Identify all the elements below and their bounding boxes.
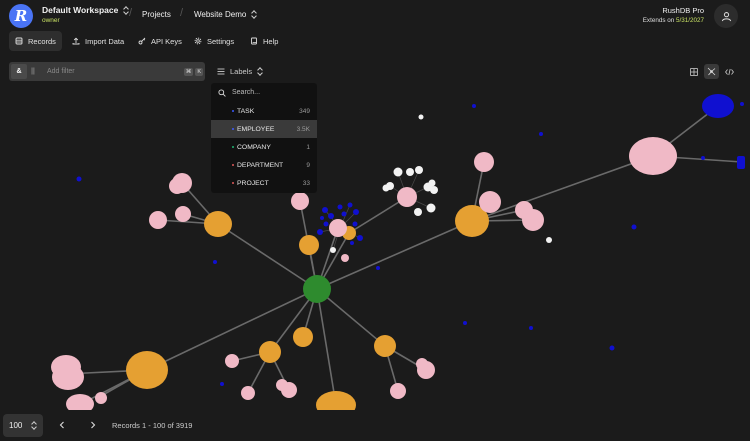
plan-title: RushDB Pro xyxy=(662,6,704,15)
workspace-name: Default Workspace xyxy=(42,5,119,15)
filter-input[interactable]: Add filter xyxy=(47,68,184,75)
nav-import-data[interactable]: Import Data xyxy=(66,31,130,51)
label-option-project[interactable]: PROJECT 33 xyxy=(211,174,317,192)
search-icon xyxy=(218,88,226,97)
label-option-department[interactable]: DEPARTMENT 9 xyxy=(211,156,317,174)
label-option-company[interactable]: COMPANY 1 xyxy=(211,138,317,156)
code-view-button[interactable] xyxy=(722,64,737,79)
database-icon xyxy=(15,37,23,45)
labels-dropdown: Search... TASK 349 EMPLOYEE 3.5K COMPANY… xyxy=(211,83,317,193)
labels-dropdown-button[interactable]: Labels xyxy=(212,62,268,81)
project-selector[interactable]: Website Demo xyxy=(194,10,257,19)
graph-canvas[interactable] xyxy=(0,90,750,410)
project-name: Website Demo xyxy=(194,10,247,19)
gear-icon xyxy=(194,37,202,45)
chevron-updown-icon xyxy=(257,68,263,76)
workspace-role: owner xyxy=(42,17,60,24)
graph-svg[interactable] xyxy=(0,90,750,410)
user-menu-button[interactable] xyxy=(714,4,738,28)
code-icon xyxy=(725,68,734,75)
nav-records[interactable]: Records xyxy=(9,31,62,51)
chevron-left-icon xyxy=(59,421,64,429)
list-filter-icon xyxy=(217,68,225,75)
rushdb-logo[interactable]: R xyxy=(9,4,33,28)
nav-help[interactable]: Help xyxy=(244,31,284,51)
label-color-dot xyxy=(232,164,234,166)
graph-view-button[interactable] xyxy=(704,64,719,79)
plan-info: RushDB Pro Extends on 5/31/2027 xyxy=(643,6,704,24)
pagination-bar: 100 Records 1 - 100 of 3919 xyxy=(0,410,750,441)
label-color-dot xyxy=(232,128,234,130)
book-icon xyxy=(251,37,257,45)
task-edges xyxy=(319,169,432,251)
graph-icon xyxy=(707,67,716,76)
and-operator-button[interactable]: & xyxy=(11,64,27,79)
chevron-updown-icon xyxy=(31,422,37,430)
prev-page-button[interactable] xyxy=(55,418,69,432)
label-color-dot xyxy=(232,146,234,148)
table-icon xyxy=(689,67,698,76)
label-color-dot xyxy=(232,182,234,184)
view-switcher xyxy=(686,64,737,79)
upload-icon xyxy=(72,37,80,45)
top-bar: R Default Workspace owner / Projects / W… xyxy=(0,0,750,30)
chevron-updown-icon xyxy=(251,11,257,19)
department-nodes[interactable] xyxy=(126,205,489,410)
chevron-right-icon xyxy=(91,421,96,429)
breadcrumb-projects[interactable]: Projects xyxy=(142,10,171,19)
nav-api-keys[interactable]: API Keys xyxy=(132,31,188,51)
shortcut-cmd-key: ⌘ xyxy=(183,67,194,76)
labels-search-input[interactable]: Search... xyxy=(211,83,317,102)
records-toolbar: & || Add filter ⌘ K Labels xyxy=(0,52,750,90)
nav-settings[interactable]: Settings xyxy=(188,31,240,51)
company-node[interactable] xyxy=(303,275,331,303)
page-size-select[interactable]: 100 xyxy=(3,414,43,437)
next-page-button[interactable] xyxy=(86,418,100,432)
breadcrumb-separator: / xyxy=(129,7,133,19)
shortcut-k-key: K xyxy=(195,67,203,76)
label-color-dot xyxy=(232,110,234,112)
key-icon xyxy=(138,37,146,45)
employee-nodes[interactable] xyxy=(330,114,552,254)
table-view-button[interactable] xyxy=(686,64,701,79)
label-option-task[interactable]: TASK 349 xyxy=(211,102,317,120)
label-option-employee[interactable]: EMPLOYEE 3.5K xyxy=(211,120,317,138)
records-count: Records 1 - 100 of 3919 xyxy=(112,421,193,430)
plan-expiry: Extends on 5/31/2027 xyxy=(642,17,704,24)
breadcrumb-separator: / xyxy=(180,7,184,19)
filter-bar[interactable]: & || Add filter ⌘ K xyxy=(9,62,205,81)
main-nav: Records Import Data API Keys Settings He… xyxy=(0,30,750,52)
or-operator-button[interactable]: || xyxy=(27,68,39,75)
task-nodes[interactable] xyxy=(76,94,746,386)
workspace-selector[interactable]: Default Workspace owner xyxy=(42,5,129,24)
user-icon xyxy=(721,11,731,21)
